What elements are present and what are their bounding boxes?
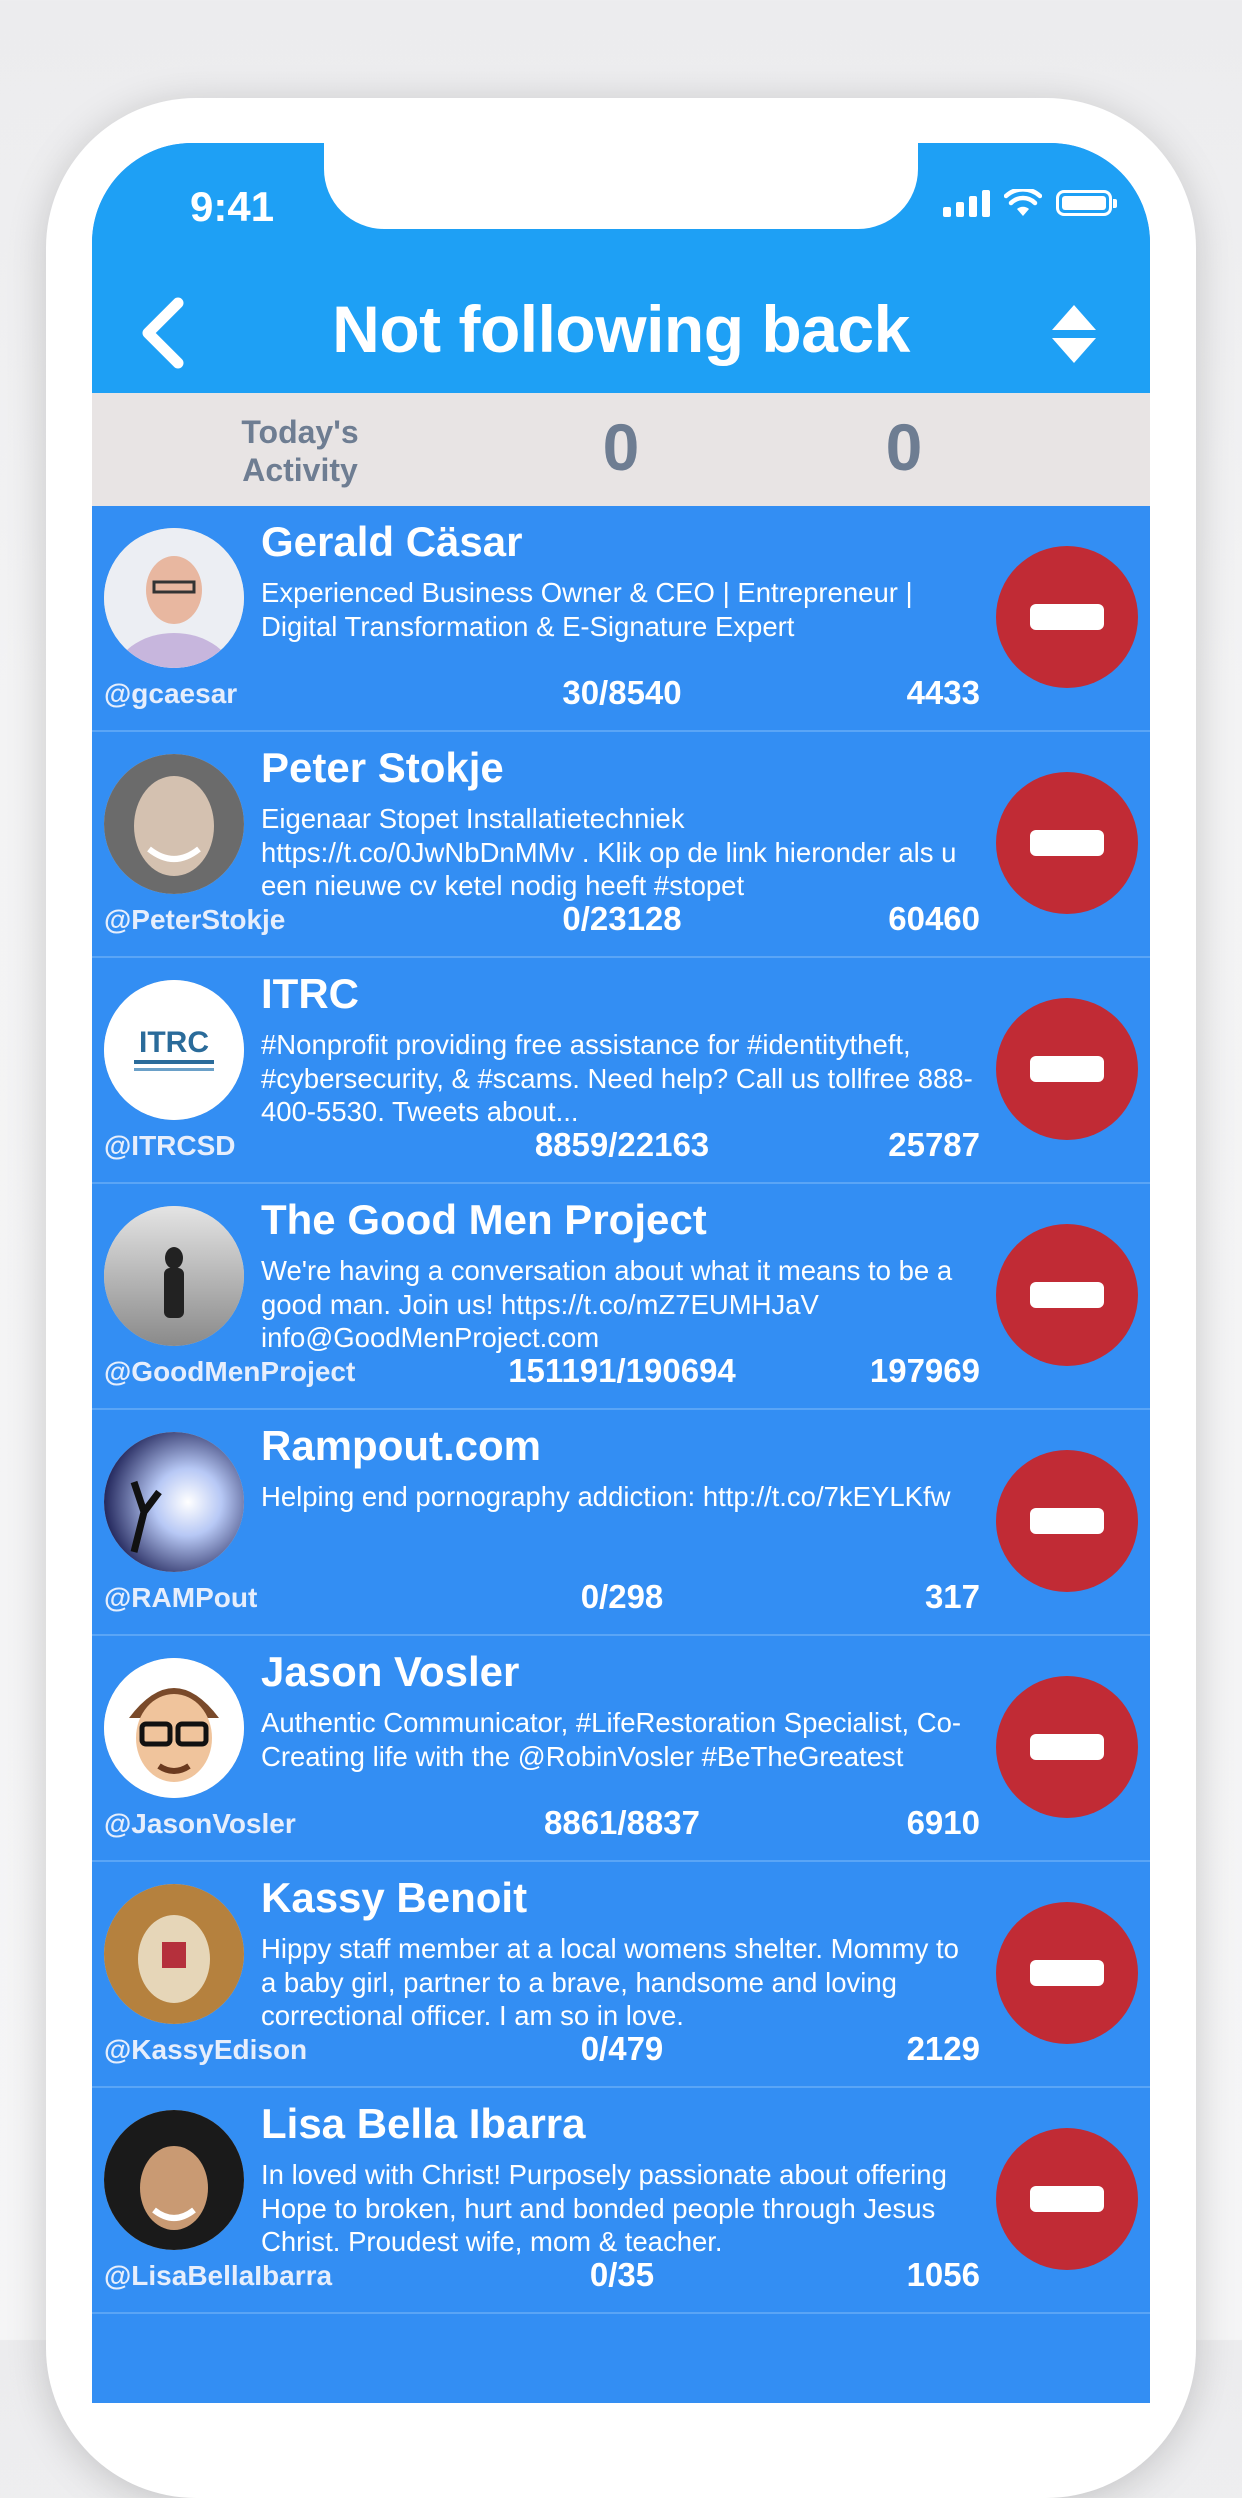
follow-ratio: 151191/190694	[508, 1352, 736, 1389]
user-bio: Eigenaar Stopet Installatietechniek http…	[261, 803, 957, 901]
list-item[interactable]: Gerald Cäsar Experienced Business Owner …	[92, 506, 1150, 732]
follow-ratio: 0/298	[580, 1578, 664, 1615]
user-name: The Good Men Project	[261, 1196, 707, 1243]
avatar: ITRC	[104, 980, 244, 1120]
avatar	[104, 528, 244, 668]
follow-ratio: 8861/8837	[544, 1804, 700, 1841]
activity-label: Today's Activity	[241, 414, 359, 488]
list-item[interactable]: Kassy Benoit Hippy staff member at a loc…	[92, 1862, 1150, 2088]
user-handle: @JasonVosler	[104, 1808, 296, 1839]
minus-icon	[1030, 604, 1104, 630]
follower-count: 317	[924, 1578, 980, 1615]
user-bio: Experienced Business Owner & CEO | Entre…	[261, 577, 913, 642]
sort-arrows-icon	[1052, 305, 1096, 363]
avatar	[104, 1658, 244, 1798]
follow-ratio: 0/479	[580, 2030, 664, 2067]
avatar	[104, 1884, 244, 2024]
unfollow-button[interactable]	[996, 998, 1138, 1140]
activity-value-b: 0	[885, 410, 923, 484]
avatar	[104, 754, 244, 894]
page-title: Not following back	[332, 292, 910, 366]
minus-icon	[1030, 830, 1104, 856]
minus-icon	[1030, 1056, 1104, 1082]
unfollow-button[interactable]	[996, 1676, 1138, 1818]
unfollow-button[interactable]	[996, 1450, 1138, 1592]
status-time: 9:41	[190, 183, 275, 230]
follow-ratio: 0/23128	[562, 900, 682, 937]
user-bio: Hippy staff member at a local womens she…	[261, 1933, 959, 2031]
list-item[interactable]: The Good Men Project We're having a conv…	[92, 1184, 1150, 1410]
user-name: Gerald Cäsar	[261, 518, 523, 565]
follower-count: 4433	[906, 674, 980, 711]
activity-value-a: 0	[602, 410, 640, 484]
user-bio: #Nonprofit providing free assistance for…	[261, 1029, 973, 1127]
user-handle: @ITRCSD	[104, 1130, 236, 1161]
svg-text:ITRC: ITRC	[139, 1026, 209, 1059]
user-handle: @GoodMenProject	[104, 1356, 356, 1387]
user-bio: We're having a conversation about what i…	[261, 1255, 953, 1353]
app-screen: 9:41 Not following back Today's Activity…	[92, 143, 1150, 2403]
user-name: Jason Vosler	[261, 1648, 520, 1695]
follower-count: 6910	[906, 1804, 980, 1841]
avatar	[104, 1432, 244, 1572]
avatar	[104, 2110, 244, 2250]
user-handle: @KassyEdison	[104, 2034, 308, 2065]
user-handle: @RAMPout	[104, 1582, 258, 1613]
user-bio: Authentic Communicator, #LifeRestoration…	[261, 1707, 962, 1772]
sort-button[interactable]	[1050, 303, 1098, 365]
list-item[interactable]: Rampout.com Helping end pornography addi…	[92, 1410, 1150, 1636]
activity-bar: Today's Activity 0 0	[92, 393, 1150, 506]
list-item[interactable]: ITRC ITRC #Nonprofit providing free assi…	[92, 958, 1150, 1184]
notch	[324, 143, 918, 229]
user-name: Rampout.com	[261, 1422, 542, 1469]
unfollow-button[interactable]	[996, 1902, 1138, 2044]
user-name: Peter Stokje	[261, 744, 504, 791]
wifi-icon	[1004, 189, 1042, 216]
unfollow-button[interactable]	[996, 772, 1138, 914]
minus-icon	[1030, 2186, 1104, 2212]
follow-ratio: 30/8540	[562, 674, 682, 711]
minus-icon	[1030, 1282, 1104, 1308]
list-item[interactable]: Jason Vosler Authentic Communicator, #Li…	[92, 1636, 1150, 1862]
follower-count: 25787	[888, 1126, 980, 1163]
unfollow-button[interactable]	[996, 546, 1138, 688]
navigation-bar: 9:41 Not following back	[92, 143, 1150, 393]
user-name: Kassy Benoit	[261, 1874, 528, 1921]
minus-icon	[1030, 1508, 1104, 1534]
user-name: ITRC	[261, 970, 359, 1017]
avatar	[104, 1206, 244, 1346]
list-item[interactable]: Lisa Bella Ibarra In loved with Christ! …	[92, 2088, 1150, 2314]
user-handle: @PeterStokje	[104, 904, 286, 935]
user-handle: @gcaesar	[104, 678, 238, 709]
follower-count: 60460	[888, 900, 980, 937]
status-icons	[943, 189, 1117, 217]
user-list: Gerald Cäsar Experienced Business Owner …	[92, 506, 1150, 2314]
user-handle: @LisaBellaIbarra	[104, 2260, 333, 2291]
user-bio: Helping end pornography addiction: http:…	[261, 1481, 951, 1512]
unfollow-button[interactable]	[996, 2128, 1138, 2270]
minus-icon	[1030, 1734, 1104, 1760]
follow-ratio: 8859/22163	[534, 1126, 710, 1163]
follower-count: 197969	[869, 1352, 980, 1389]
user-name: Lisa Bella Ibarra	[261, 2100, 586, 2147]
battery-icon	[1056, 190, 1117, 216]
user-bio: In loved with Christ! Purposely passiona…	[261, 2159, 947, 2257]
follower-count: 1056	[906, 2256, 980, 2293]
follow-ratio: 0/35	[589, 2256, 655, 2293]
unfollow-button[interactable]	[996, 1224, 1138, 1366]
cellular-signal-icon	[943, 189, 990, 217]
minus-icon	[1030, 1960, 1104, 1986]
follower-count: 2129	[906, 2030, 980, 2067]
list-item[interactable]: Peter Stokje Eigenaar Stopet Installatie…	[92, 732, 1150, 958]
